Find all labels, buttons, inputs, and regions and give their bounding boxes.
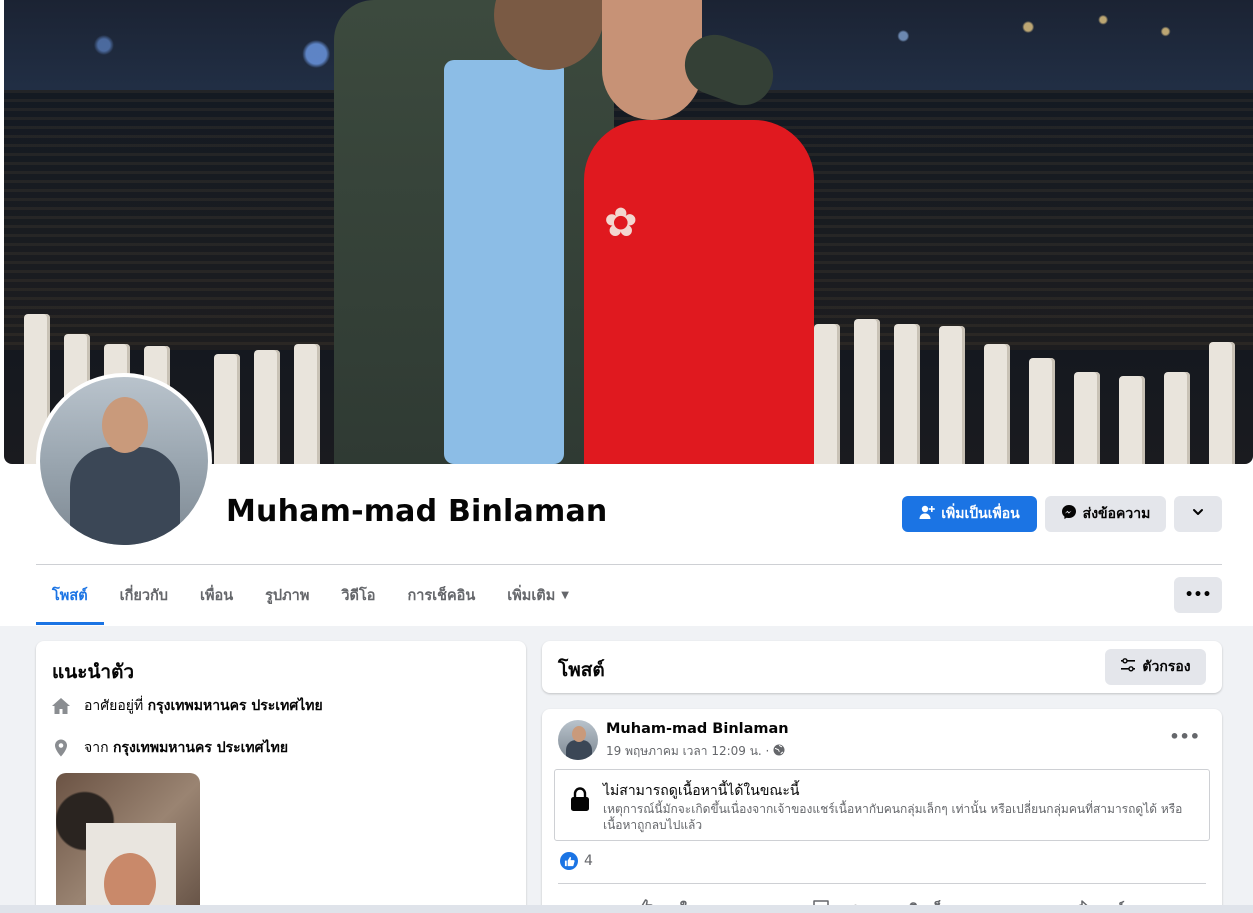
featured-photo[interactable] (56, 773, 200, 913)
lock-icon (569, 786, 591, 816)
location-pin-icon (50, 737, 72, 759)
filter-label: ตัวกรอง (1142, 659, 1191, 675)
message-label: ส่งข้อความ (1082, 506, 1151, 522)
intro-lives-in: อาศัยอยู่ที่ กรุงเทพมหานคร ประเทศไทย (50, 695, 323, 717)
add-friend-icon (919, 504, 936, 524)
post-divider (558, 883, 1206, 884)
add-friend-button[interactable]: เพิ่มเป็นเพื่อน (902, 496, 1037, 532)
post-author-name[interactable]: Muham-mad Binlaman (606, 721, 789, 737)
tab-posts[interactable]: โพสต์ (36, 565, 104, 625)
tab-about[interactable]: เกี่ยวกับ (104, 565, 184, 625)
home-icon (50, 695, 72, 717)
like-reaction-icon (560, 852, 578, 870)
profile-picture[interactable] (36, 373, 212, 549)
content-unavailable-box: ไม่สามารถดูเนื้อหานี้ได้ในขณะนี้ เหตุการ… (554, 769, 1210, 841)
post-options-button[interactable]: ••• (1169, 727, 1200, 746)
intro-title: แนะนำตัว (52, 661, 135, 683)
lives-in-link[interactable]: กรุงเทพมหานคร ประเทศไทย (148, 698, 323, 714)
window-bottom-edge (0, 905, 1253, 913)
post-meta: 19 พฤษภาคม เวลา 12:09 น. · (606, 742, 785, 761)
more-dots-icon: ••• (1169, 727, 1200, 746)
post-timestamp[interactable]: 19 พฤษภาคม เวลา 12:09 น. · (606, 742, 769, 761)
tab-photos[interactable]: รูปภาพ (249, 565, 325, 625)
message-button[interactable]: ส่งข้อความ (1045, 496, 1166, 532)
reaction-summary[interactable]: 4 (560, 852, 593, 870)
chevron-down-icon (1191, 505, 1205, 523)
messenger-icon (1061, 504, 1077, 524)
unavailable-description: เหตุการณ์นี้มักจะเกิดขึ้นเนื่องจากเจ้าขอ… (603, 802, 1183, 832)
posts-header-card: โพสต์ ตัวกรอง (542, 641, 1222, 693)
from-link[interactable]: กรุงเทพมหานคร ประเทศไทย (113, 740, 288, 756)
intro-from: จาก กรุงเทพมหานคร ประเทศไทย (50, 737, 288, 759)
globe-icon (773, 744, 785, 759)
avatar (40, 377, 208, 545)
cover-person-woman: ✿ (584, 120, 814, 464)
profile-tabs: โพสต์ เกี่ยวกับ เพื่อน รูปภาพ วิดีโอ การ… (36, 565, 585, 625)
profile-name: Muham-mad Binlaman (226, 494, 608, 529)
unavailable-title: ไม่สามารถดูเนื้อหานี้ได้ในขณะนี้ (603, 783, 800, 799)
tab-checkins[interactable]: การเช็คอิน (391, 565, 491, 625)
add-friend-label: เพิ่มเป็นเพื่อน (941, 506, 1020, 522)
tab-videos[interactable]: วิดีโอ (325, 565, 391, 625)
intro-card: แนะนำตัว อาศัยอยู่ที่ กรุงเทพมหานคร ประเ… (36, 641, 526, 913)
posts-title: โพสต์ (558, 659, 605, 681)
post-card: Muham-mad Binlaman 19 พฤษภาคม เวลา 12:09… (542, 709, 1222, 913)
like-count: 4 (584, 853, 593, 869)
tab-more[interactable]: เพิ่มเติม ▼ (491, 565, 585, 625)
cover-person-man (334, 0, 614, 464)
caret-down-icon: ▼ (561, 589, 569, 601)
tabs-more-button[interactable]: ••• (1174, 577, 1222, 613)
cover-photo[interactable]: ✿ (4, 0, 1253, 464)
more-dots-icon: ••• (1184, 587, 1212, 603)
post-author-avatar[interactable] (558, 720, 598, 760)
filter-icon (1120, 657, 1136, 677)
tab-friends[interactable]: เพื่อน (184, 565, 249, 625)
filter-button[interactable]: ตัวกรอง (1105, 649, 1206, 685)
profile-more-dropdown[interactable] (1174, 496, 1222, 532)
